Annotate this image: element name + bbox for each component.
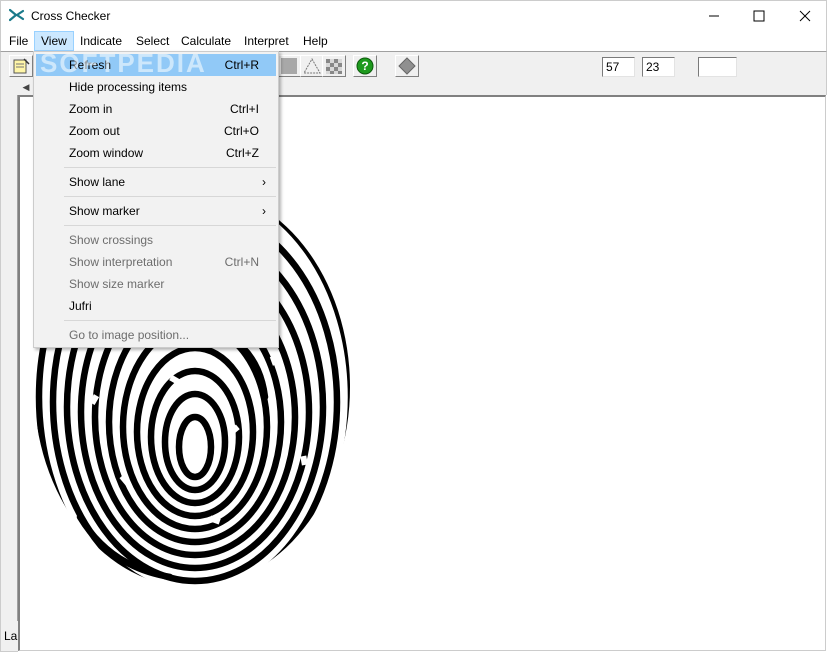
menu-separator	[64, 196, 276, 197]
pattern-button[interactable]	[322, 55, 346, 77]
open-button[interactable]	[9, 55, 33, 77]
fill-button[interactable]	[278, 55, 302, 77]
view-menu-dropdown: Refresh Ctrl+R Hide processing items Zoo…	[33, 51, 279, 348]
menu-separator	[64, 167, 276, 168]
checker-icon	[326, 59, 342, 74]
menu-separator	[64, 225, 276, 226]
menu-item-show-crossings: Show crossings	[69, 233, 154, 247]
menu-item-hide-processing[interactable]: Hide processing items	[36, 76, 276, 98]
help-button[interactable]: ?	[353, 55, 377, 77]
close-icon	[799, 10, 811, 22]
watermark: SOFTPEDIA	[40, 48, 207, 78]
x-coordinate-field[interactable]: 57	[602, 57, 635, 77]
scissors-icon	[9, 8, 25, 22]
title-bar: Cross Checker	[0, 0, 827, 31]
menu-separator	[64, 320, 276, 321]
minimize-button[interactable]	[691, 1, 737, 31]
left-ruler	[0, 95, 18, 621]
menu-help[interactable]: Help	[297, 31, 334, 51]
square-icon	[281, 58, 297, 74]
minimize-icon	[709, 15, 719, 17]
triangle-icon	[303, 57, 321, 74]
status-label: La	[0, 621, 18, 652]
menu-item-zoom-out[interactable]: Zoom out Ctrl+O	[36, 120, 276, 142]
chevron-right-icon: ›	[262, 175, 266, 189]
value-field[interactable]	[698, 57, 737, 77]
help-icon: ?	[356, 57, 374, 75]
menu-item-zoom-in[interactable]: Zoom in Ctrl+I	[36, 98, 276, 120]
menu-item-show-marker[interactable]: Show marker ›	[36, 200, 276, 222]
notepad-icon	[13, 58, 30, 74]
menu-item-go-to-image-position: Go to image position...	[69, 328, 190, 342]
menu-item-jufri[interactable]: Jufri	[36, 295, 276, 317]
menu-item-zoom-window[interactable]: Zoom window Ctrl+Z	[36, 142, 276, 164]
menu-interpret[interactable]: Interpret	[238, 31, 295, 51]
menu-item-show-size-marker: Show size marker	[69, 277, 165, 291]
svg-text:?: ?	[361, 59, 368, 73]
chevron-right-icon: ›	[262, 204, 266, 218]
close-button[interactable]	[782, 1, 827, 31]
triangle-button[interactable]	[300, 55, 324, 77]
menu-item-show-interpretation: Show interpretation Ctrl+N	[69, 255, 259, 269]
window-title: Cross Checker	[31, 9, 111, 23]
diamond-icon	[398, 57, 416, 75]
menu-file[interactable]: File	[3, 31, 34, 51]
y-coordinate-field[interactable]: 23	[642, 57, 675, 77]
diamond-button[interactable]	[395, 55, 419, 77]
maximize-button[interactable]	[736, 1, 782, 31]
menu-item-show-lane[interactable]: Show lane ›	[36, 171, 276, 193]
maximize-icon	[753, 10, 765, 22]
scroll-left-icon[interactable]: ◀	[19, 80, 33, 94]
